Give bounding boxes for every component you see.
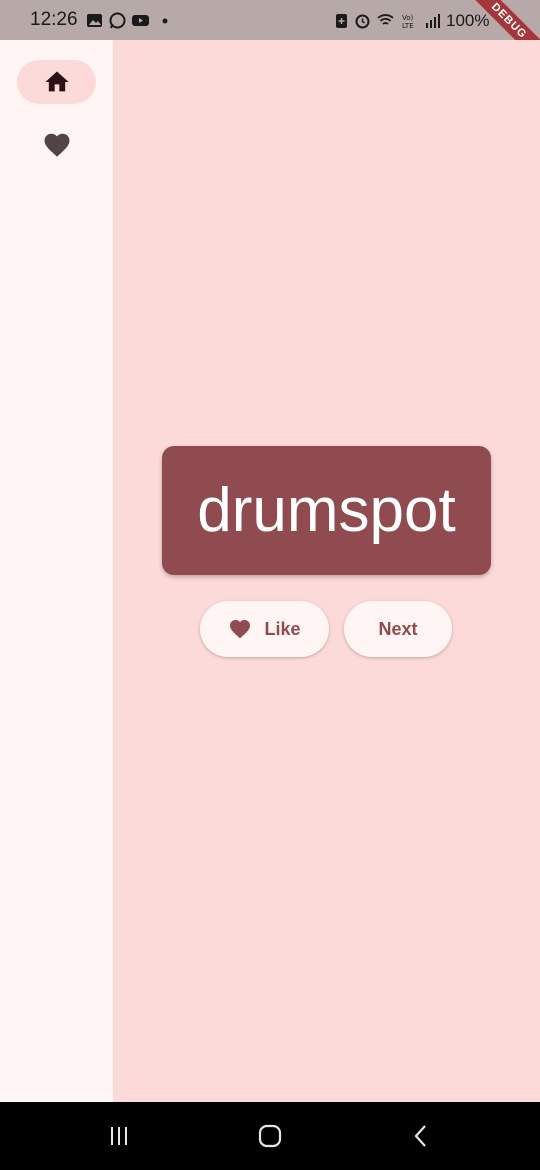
home-circle-icon [258,1124,282,1148]
battery-saver-icon [336,14,347,28]
battery-percent: 100% [446,11,490,30]
recents-button[interactable] [99,1120,139,1152]
nav-item-favorites[interactable] [17,123,96,167]
home-icon [44,71,69,92]
next-button-label: Next [378,618,418,639]
generator-page: drumspot Like Next [113,40,540,1102]
svg-text:Vo): Vo) [402,14,414,22]
navigation-rail [0,40,113,1102]
alarm-icon [355,14,370,29]
volte-icon: Vo) LTE [402,14,414,29]
home-button[interactable] [250,1120,290,1152]
like-button-label: Like [264,618,301,639]
word-pair-card: drumspot [162,446,491,575]
system-navigation-bar [0,1102,540,1170]
next-button[interactable]: Next [344,601,452,657]
svg-text:LTE: LTE [402,22,414,29]
gallery-icon [87,14,102,27]
youtube-icon [132,15,149,26]
whatsapp-icon [109,12,126,29]
status-bar: 12:26 Vo) LTE 100% DEBUG [0,0,540,74]
nav-item-home[interactable] [17,60,96,104]
recents-icon [111,1127,127,1145]
heart-icon [230,620,251,639]
like-button[interactable]: Like [200,601,329,657]
back-icon [414,1125,426,1147]
signal-icon [426,14,440,28]
heart-icon [44,133,69,157]
dot-icon [162,18,168,24]
back-button[interactable] [401,1120,441,1152]
wifi-icon [377,14,394,25]
word-pair-text: drumspot [197,475,456,545]
status-time: 12:26 [30,9,78,30]
